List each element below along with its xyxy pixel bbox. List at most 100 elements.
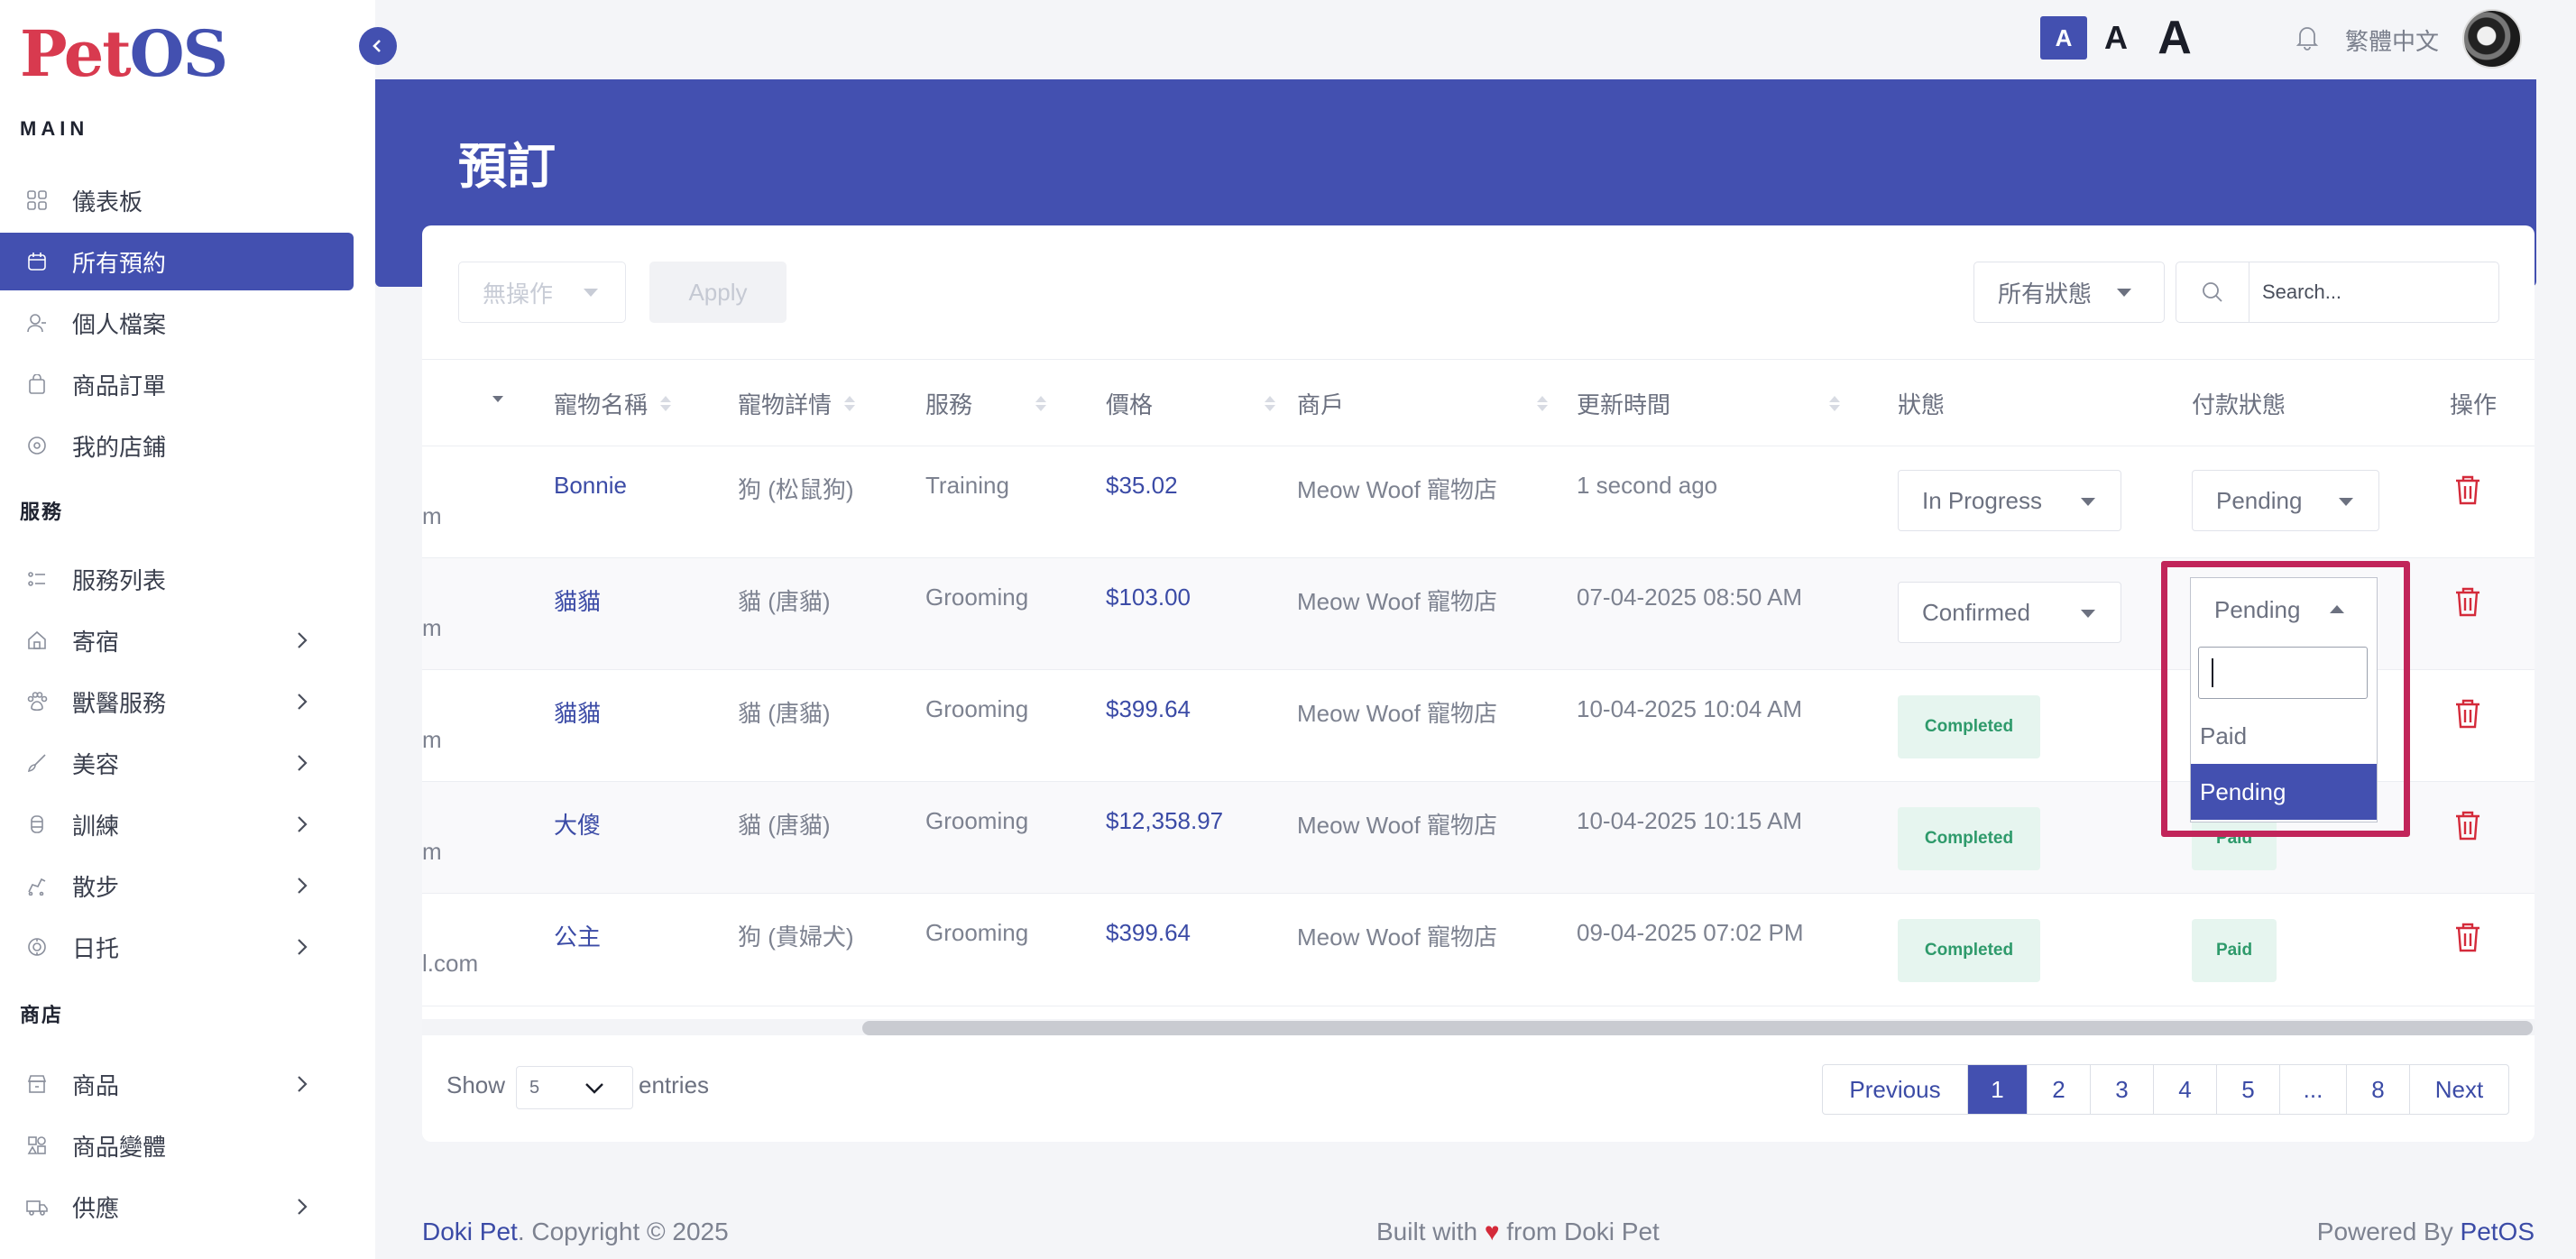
header-service[interactable]: 服務: [925, 360, 1047, 446]
apply-button[interactable]: Apply: [649, 262, 787, 323]
section-services-label: 服務: [20, 501, 64, 523]
leash-icon: [25, 813, 49, 836]
search-icon: [2203, 282, 2222, 302]
customer-email: m: [422, 502, 442, 529]
sidebar-collapse-button[interactable]: [359, 27, 397, 65]
sidebar-item-training[interactable]: 訓練: [0, 795, 354, 853]
trash-icon[interactable]: [2453, 921, 2482, 953]
search-input[interactable]: [2249, 262, 2499, 323]
heart-icon: ♥: [1484, 1218, 1500, 1245]
font-size-large-button[interactable]: A: [2152, 9, 2197, 67]
service: Grooming: [925, 584, 1029, 611]
chevron-right-icon: [298, 816, 308, 832]
search-button[interactable]: [2176, 262, 2249, 323]
pet-detail: 貓 (唐貓): [738, 588, 831, 615]
service: Grooming: [925, 695, 1029, 722]
caret-down-icon: [2117, 288, 2132, 297]
sidebar-item-product-variants[interactable]: 商品變體: [0, 1117, 354, 1174]
table-header: 寵物名稱 寵物詳情 服務 價格 商戶 更新時間 狀態 付款狀態 操作: [422, 359, 2535, 446]
pagination: Previous 1 2 3 4 5 ... 8 Next: [1822, 1064, 2509, 1115]
horizontal-scrollbar-thumb[interactable]: [862, 1021, 2533, 1035]
trash-icon[interactable]: [2453, 697, 2482, 730]
store-icon: [25, 434, 49, 457]
merchant: Meow Woof 寵物店: [1297, 700, 1498, 727]
chevron-left-icon: [373, 40, 381, 52]
footer-petos-link[interactable]: PetOS: [2461, 1218, 2535, 1245]
sort-icon[interactable]: [492, 396, 503, 402]
status-badge: Completed: [1898, 919, 2040, 982]
pagination-page[interactable]: 2: [2027, 1065, 2090, 1114]
font-size-small-button[interactable]: A: [2040, 16, 2087, 60]
bell-icon[interactable]: [2295, 23, 2320, 51]
chevron-right-icon: [298, 632, 308, 648]
page-size-select[interactable]: 5: [516, 1066, 633, 1109]
customer-email: m: [422, 838, 442, 865]
sidebar-item-grooming[interactable]: 美容: [0, 734, 354, 792]
pagination-ellipsis: ...: [2279, 1065, 2346, 1114]
sidebar-item-boarding[interactable]: 寄宿: [0, 611, 354, 669]
sidebar-item-all-bookings[interactable]: 所有預約: [0, 233, 354, 290]
status-filter-select[interactable]: 所有狀態: [1973, 262, 2165, 323]
trash-icon[interactable]: [2453, 585, 2482, 618]
bulk-action-select[interactable]: 無操作: [458, 262, 626, 323]
avatar[interactable]: [2462, 9, 2522, 69]
sidebar-item-dashboard[interactable]: 儀表板: [0, 171, 354, 229]
trash-icon[interactable]: [2453, 473, 2482, 506]
sort-icon: [1829, 395, 1841, 411]
status-badge: Completed: [1898, 807, 2040, 870]
pagination-next[interactable]: Next: [2409, 1065, 2508, 1114]
footer-brand-link[interactable]: Doki Pet: [422, 1218, 518, 1245]
service: Grooming: [925, 919, 1029, 946]
caret-down-icon: [2081, 498, 2095, 506]
sort-icon: [1537, 395, 1549, 411]
trash-icon[interactable]: [2453, 809, 2482, 841]
chevron-down-icon: [585, 1083, 603, 1094]
pet-name-link[interactable]: 貓貓: [554, 695, 601, 729]
payment-status-select[interactable]: Pending: [2192, 470, 2379, 531]
pagination-previous[interactable]: Previous: [1823, 1065, 1967, 1114]
font-size-medium-button[interactable]: A: [2100, 16, 2132, 60]
walk-icon: [25, 874, 49, 897]
caret-down-icon: [2339, 498, 2353, 506]
pagination-page[interactable]: 5: [2216, 1065, 2279, 1114]
pet-name-link[interactable]: 貓貓: [554, 584, 601, 617]
header-updated-time[interactable]: 更新時間: [1577, 360, 1841, 446]
header-merchant[interactable]: 商戶: [1297, 360, 1549, 446]
pagination-page[interactable]: 1: [1967, 1065, 2027, 1114]
table-row: l.com 公主 狗 (貴婦犬) Grooming $399.64 Meow W…: [422, 893, 2535, 1006]
pet-name-link[interactable]: 大傻: [554, 807, 601, 841]
pagination-page[interactable]: 8: [2346, 1065, 2409, 1114]
header-pet-details[interactable]: 寵物詳情: [738, 360, 856, 446]
sidebar-item-walking[interactable]: 散步: [0, 857, 354, 914]
caret-down-icon: [584, 288, 599, 297]
status-select[interactable]: In Progress: [1898, 470, 2121, 531]
sidebar-item-supply[interactable]: 供應: [0, 1178, 354, 1236]
chevron-right-icon: [298, 939, 308, 955]
sidebar-item-service-list[interactable]: 服務列表: [0, 550, 354, 608]
header-pet-name[interactable]: 寵物名稱: [554, 360, 672, 446]
footer-built-with: Built with ♥ from Doki Pet: [1376, 1218, 1660, 1245]
pet-name-link[interactable]: 公主: [554, 919, 601, 952]
sidebar-item-vet-services[interactable]: 獸醫服務: [0, 673, 354, 731]
variant-icon: [25, 1134, 49, 1157]
house-icon: [25, 629, 49, 652]
sidebar-item-profile[interactable]: 個人檔案: [0, 294, 354, 352]
table-row: m Bonnie 狗 (松鼠狗) Training $35.02 Meow Wo…: [422, 446, 2535, 557]
language-selector[interactable]: 繁體中文: [2345, 23, 2439, 57]
petos-logo[interactable]: PetOS: [20, 16, 228, 91]
bag-icon: [25, 372, 49, 396]
updated-time: 1 second ago: [1577, 472, 1718, 499]
pagination-page[interactable]: 4: [2153, 1065, 2216, 1114]
sidebar-item-products[interactable]: 商品: [0, 1055, 354, 1113]
pet-detail: 狗 (松鼠狗): [738, 476, 854, 503]
section-shop-label: 商店: [20, 1004, 64, 1026]
sidebar-item-product-orders[interactable]: 商品訂單: [0, 355, 354, 413]
sidebar-item-daycare[interactable]: 日托: [0, 918, 354, 976]
section-main-label: MAIN: [20, 117, 89, 140]
sidebar-item-my-store[interactable]: 我的店鋪: [0, 417, 354, 474]
header-price[interactable]: 價格: [1106, 360, 1276, 446]
paw-icon: [25, 690, 49, 713]
pet-name-link[interactable]: Bonnie: [554, 472, 627, 500]
pagination-page[interactable]: 3: [2090, 1065, 2153, 1114]
status-select[interactable]: Confirmed: [1898, 582, 2121, 643]
